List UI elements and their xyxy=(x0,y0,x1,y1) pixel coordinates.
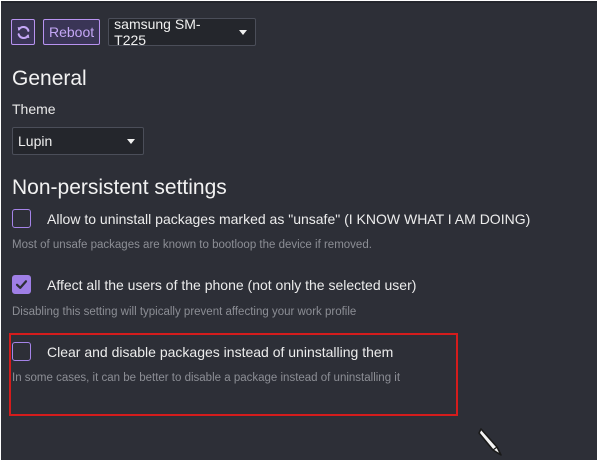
unsafe-label: Allow to uninstall packages marked as "u… xyxy=(47,210,531,227)
toolbar: Reboot samsung SM-T225 xyxy=(11,16,257,48)
setting-all-users-row[interactable]: Affect all the users of the phone (not o… xyxy=(12,275,416,294)
chevron-down-icon xyxy=(127,138,135,144)
pen-cursor-icon xyxy=(478,428,502,456)
unsafe-description: Most of unsafe packages are known to boo… xyxy=(12,239,372,251)
refresh-button[interactable] xyxy=(11,19,35,45)
all-users-checkbox[interactable] xyxy=(12,275,31,294)
non-persistent-heading: Non-persistent settings xyxy=(12,176,227,199)
settings-window: Reboot samsung SM-T225 General Theme Lup… xyxy=(1,1,597,460)
checkmark-icon xyxy=(15,280,28,289)
theme-select-value: Lupin xyxy=(18,133,53,149)
highlight-annotation xyxy=(9,333,458,416)
setting-unsafe-row[interactable]: Allow to uninstall packages marked as "u… xyxy=(12,209,530,228)
top-border xyxy=(1,1,597,3)
all-users-label: Affect all the users of the phone (not o… xyxy=(47,276,417,293)
reboot-button[interactable]: Reboot xyxy=(43,19,101,45)
general-heading: General xyxy=(12,67,87,90)
theme-label: Theme xyxy=(12,101,56,117)
chevron-down-icon xyxy=(239,29,248,35)
refresh-icon xyxy=(17,25,29,39)
device-select-value: samsung SM-T225 xyxy=(114,16,201,48)
all-users-description: Disabling this setting will typically pr… xyxy=(12,306,357,318)
theme-select[interactable]: Lupin xyxy=(12,127,144,155)
reboot-button-label: Reboot xyxy=(49,24,95,40)
device-select[interactable]: samsung SM-T225 xyxy=(108,16,257,48)
unsafe-checkbox[interactable] xyxy=(12,209,31,228)
